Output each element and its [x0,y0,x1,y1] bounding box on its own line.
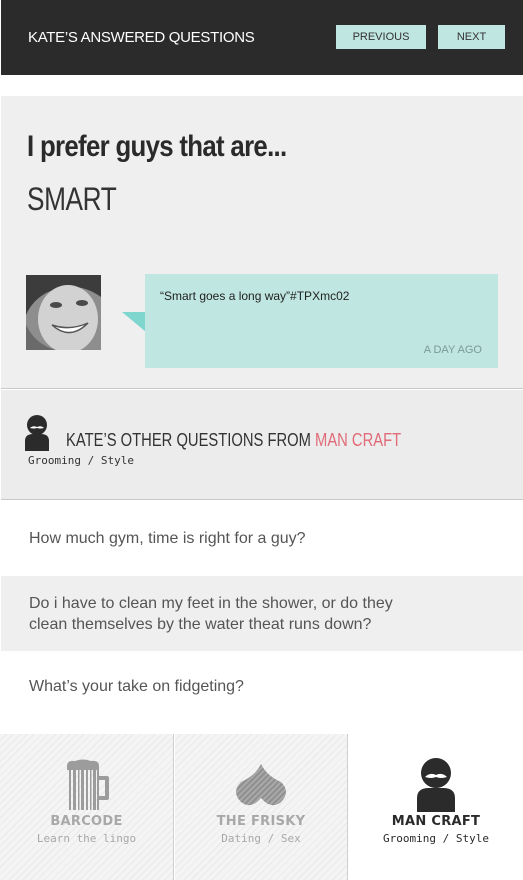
question-text: What’s your take on fidgeting? [29,677,244,695]
category-the-frisky[interactable]: THE FRISKY Dating / Sex [175,734,348,880]
speech-bubble-tail [122,312,146,332]
beer-mug-icon [66,759,109,810]
category-link[interactable]: MAN CRAFT [315,430,401,450]
next-button[interactable]: NEXT [438,25,505,49]
avatar [26,275,101,350]
heart-icon [236,764,286,806]
avatar-photo-icon [26,275,101,350]
list-item[interactable]: Do i have to clean my feet in the shower… [1,576,523,651]
question-text: How much gym, time is right for a guy? [29,530,306,547]
list-item[interactable]: What’s your take on fidgeting? [1,651,523,721]
mustache-man-icon [25,415,49,451]
other-questions-prefix: KATE’S OTHER QUESTIONS FROM [66,430,316,450]
mustache-man-icon [417,758,455,812]
category-name: MAN CRAFT [391,814,481,829]
top-header: KATE’S ANSWERED QUESTIONS PREVIOUS NEXT [1,0,523,75]
other-questions-title: KATE’S OTHER QUESTIONS FROM MAN CRAFT [66,430,401,451]
category-name: THE FRISKY [216,814,306,829]
category-desc: Learn the lingo [36,832,137,845]
comment-text: “Smart goes a long way”#TPXmc02 [160,289,350,303]
answer-value: SMART [27,181,117,217]
category-subtitle: Grooming / Style [28,454,134,467]
previous-button[interactable]: PREVIOUS [336,25,426,49]
comment-bubble: “Smart goes a long way”#TPXmc02 A DAY AG… [145,274,498,368]
category-name: BARCODE [50,814,123,829]
category-bar: BARCODE Learn the lingo THE FRISKY Datin… [0,734,523,880]
comment-timestamp: A DAY AGO [423,344,482,356]
category-desc: Dating / Sex [221,832,301,845]
category-barcode[interactable]: BARCODE Learn the lingo [0,734,174,880]
list-item[interactable]: How much gym, time is right for a guy? [1,501,523,576]
question-text: Do i have to clean my feet in the shower… [29,594,393,633]
category-man-craft[interactable]: MAN CRAFT Grooming / Style [349,734,523,880]
page-title: KATE’S ANSWERED QUESTIONS [28,29,255,46]
question-heading: I prefer guys that are... [27,130,287,163]
category-desc: Grooming / Style [383,832,489,845]
